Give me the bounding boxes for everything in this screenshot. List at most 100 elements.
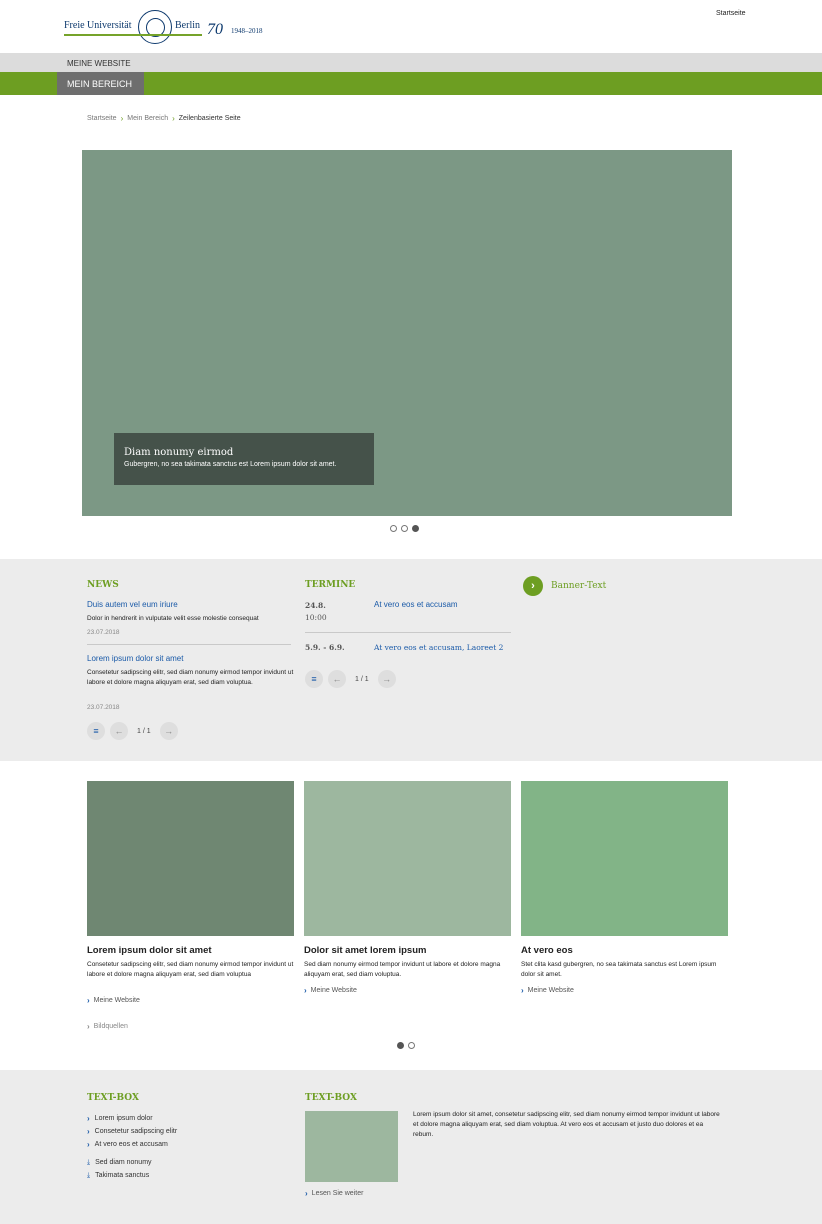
text-box-link[interactable]: › Lorem ipsum dolor bbox=[87, 1112, 177, 1125]
slider-dot-1[interactable] bbox=[390, 525, 397, 532]
text-box-title: Text-Box bbox=[87, 1093, 139, 1103]
text-box-image bbox=[305, 1111, 398, 1182]
chevron-right-icon: › bbox=[87, 1140, 90, 1149]
slider-dot-2[interactable] bbox=[408, 1042, 415, 1049]
card-image[interactable] bbox=[521, 781, 728, 936]
download-link-label: Sed diam nonumy bbox=[95, 1159, 152, 1166]
text-box-link-label: At vero eos et accusam bbox=[94, 1141, 168, 1148]
logo-underline bbox=[64, 34, 202, 36]
image-sources-link[interactable]: › Bildquellen bbox=[87, 1022, 128, 1031]
slider-dot-2[interactable] bbox=[401, 525, 408, 532]
text-box-link-label: Consetetur sadipscing elitr bbox=[94, 1128, 178, 1135]
chevron-right-icon[interactable]: › bbox=[523, 576, 543, 596]
university-seal-icon bbox=[138, 10, 172, 44]
chevron-right-icon: › bbox=[120, 114, 124, 123]
read-more-label: Lesen Sie weiter bbox=[311, 1190, 364, 1197]
card-link-label: Meine Website bbox=[527, 987, 574, 994]
event-date: 24.8. bbox=[305, 601, 326, 610]
image-sources-label: Bildquellen bbox=[93, 1023, 128, 1030]
divider bbox=[87, 644, 291, 645]
news-title: News bbox=[87, 580, 119, 590]
site-bar: Meine Website bbox=[0, 53, 822, 72]
card-link-label: Meine Website bbox=[93, 997, 140, 1004]
card-link[interactable]: › Meine Website bbox=[87, 996, 140, 1005]
card-image[interactable] bbox=[87, 781, 294, 936]
hero-title: Diam nonumy eirmod bbox=[124, 447, 234, 458]
news-item-text: Dolor in hendrerit in vulputate velit es… bbox=[87, 615, 259, 622]
news-item-text: Consetetur sadipscing elitr, sed diam no… bbox=[87, 669, 294, 686]
chevron-right-icon: › bbox=[304, 986, 307, 995]
chevron-right-icon: › bbox=[87, 1127, 90, 1136]
slider-dot-3[interactable] bbox=[412, 525, 419, 532]
section-tab[interactable]: Mein Bereich bbox=[57, 72, 144, 95]
events-pager: ≡ ← 1 / 1 → bbox=[305, 670, 396, 688]
text-box-link[interactable]: › Consetetur sadipscing elitr bbox=[87, 1125, 177, 1138]
hero-slider-dots bbox=[390, 525, 419, 532]
logo-years: 1948–2018 bbox=[231, 27, 263, 35]
fu-logo[interactable]: Freie Universität Berlin 70 1948–2018 bbox=[64, 10, 274, 50]
download-link[interactable]: ⤓ Takimata sanctus bbox=[87, 1169, 152, 1182]
event-time: 10:00 bbox=[305, 613, 327, 622]
events-page-count: 1 / 1 bbox=[355, 675, 369, 683]
card-text: Sed diam nonumy eirmod tempor invidunt u… bbox=[304, 961, 501, 978]
breadcrumb-item-section[interactable]: Mein Bereich bbox=[127, 115, 168, 122]
text-box-title: Text-Box bbox=[305, 1093, 357, 1103]
news-item-title[interactable]: Duis autem vel eum iriure bbox=[87, 600, 178, 609]
text-box-body: Lorem ipsum dolor sit amet, consetetur s… bbox=[413, 1111, 720, 1138]
arrow-left-icon[interactable]: ← bbox=[110, 722, 128, 740]
section-tab-label: Mein Bereich bbox=[67, 79, 133, 89]
chevron-right-icon: › bbox=[87, 996, 90, 1005]
chevron-right-icon: › bbox=[87, 1022, 90, 1031]
breadcrumb-current: Zeilenbasierte Seite bbox=[178, 115, 241, 122]
list-icon[interactable]: ≡ bbox=[305, 670, 323, 688]
top-home-link[interactable]: Startseite bbox=[716, 10, 746, 17]
card-title[interactable]: Lorem ipsum dolor sit amet bbox=[87, 945, 212, 956]
text-box-link-label: Lorem ipsum dolor bbox=[94, 1115, 153, 1122]
card-link[interactable]: › Meine Website bbox=[304, 986, 357, 995]
card-text: Consetetur sadipscing elitr, sed diam no… bbox=[87, 961, 294, 978]
breadcrumb: Startseite › Mein Bereich › Zeilenbasier… bbox=[87, 114, 241, 123]
download-icon: ⤓ bbox=[87, 1158, 91, 1166]
news-item-date: 23.07.2018 bbox=[87, 629, 120, 636]
chevron-right-icon: › bbox=[305, 1189, 308, 1198]
hero-subtitle: Gubergren, no sea takimata sanctus est L… bbox=[124, 461, 337, 468]
news-page-count: 1 / 1 bbox=[137, 727, 151, 735]
chevron-right-icon: › bbox=[521, 986, 524, 995]
breadcrumb-item-home[interactable]: Startseite bbox=[87, 115, 117, 122]
cards-slider-dots bbox=[397, 1042, 415, 1049]
divider bbox=[305, 632, 511, 633]
arrow-right-icon[interactable]: → bbox=[377, 670, 396, 688]
chevron-right-icon: › bbox=[172, 114, 175, 123]
list-icon[interactable]: ≡ bbox=[87, 722, 105, 740]
event-title[interactable]: At vero eos et accusam, Laoreet 2 bbox=[374, 643, 503, 652]
hero-caption[interactable]: Diam nonumy eirmod Gubergren, no sea tak… bbox=[114, 433, 374, 485]
card-link-label: Meine Website bbox=[310, 987, 357, 994]
arrow-left-icon[interactable]: ← bbox=[328, 670, 346, 688]
logo-text-right: Berlin bbox=[175, 20, 200, 31]
card-title[interactable]: At vero eos bbox=[521, 945, 573, 956]
card-text: Stet clita kasd gubergren, no sea takima… bbox=[521, 961, 717, 978]
chevron-right-icon: › bbox=[87, 1114, 90, 1123]
news-item-date: 23.07.2018 bbox=[87, 704, 120, 711]
download-link[interactable]: ⤓ Sed diam nonumy bbox=[87, 1156, 152, 1169]
text-box-link-list: › Lorem ipsum dolor › Consetetur sadipsc… bbox=[87, 1112, 177, 1151]
read-more-link[interactable]: › Lesen Sie weiter bbox=[305, 1189, 363, 1198]
logo-text-left: Freie Universität bbox=[64, 20, 132, 31]
events-title: Termine bbox=[305, 580, 356, 590]
news-pager: ≡ ← 1 / 1 → bbox=[87, 722, 178, 740]
card-link[interactable]: › Meine Website bbox=[521, 986, 574, 995]
news-item-title[interactable]: Lorem ipsum dolor sit amet bbox=[87, 654, 183, 663]
slider-dot-1[interactable] bbox=[397, 1042, 404, 1049]
text-box-link[interactable]: › At vero eos et accusam bbox=[87, 1138, 177, 1151]
download-icon: ⤓ bbox=[87, 1171, 91, 1179]
card-title[interactable]: Dolor sit amet lorem ipsum bbox=[304, 945, 426, 956]
banner-link[interactable]: Banner-Text bbox=[551, 581, 606, 591]
event-title[interactable]: At vero eos et accusam bbox=[374, 600, 458, 609]
arrow-right-icon[interactable]: → bbox=[159, 722, 178, 740]
text-box-download-list: ⤓ Sed diam nonumy ⤓ Takimata sanctus bbox=[87, 1156, 152, 1182]
download-link-label: Takimata sanctus bbox=[95, 1172, 150, 1179]
site-label-link[interactable]: Meine Website bbox=[67, 59, 131, 68]
logo-seventy: 70 bbox=[207, 21, 223, 38]
event-date: 5.9. - 6.9. bbox=[305, 643, 345, 652]
card-image[interactable] bbox=[304, 781, 511, 936]
